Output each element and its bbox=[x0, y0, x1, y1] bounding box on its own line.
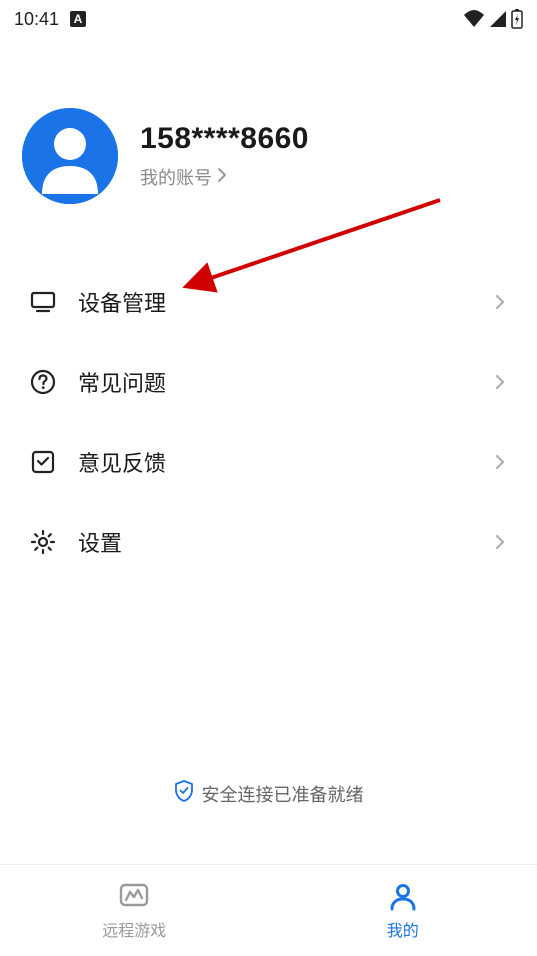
profile-account-link[interactable]: 我的账号 bbox=[140, 164, 309, 190]
help-circle-icon bbox=[30, 369, 56, 395]
status-time: 10:41 bbox=[14, 9, 59, 30]
profile-phone: 158****8660 bbox=[140, 122, 309, 156]
wifi-icon bbox=[463, 10, 485, 28]
menu-item-faq[interactable]: 常见问题 bbox=[0, 342, 537, 422]
avatar bbox=[22, 108, 118, 204]
menu-item-feedback[interactable]: 意见反馈 bbox=[0, 422, 537, 502]
status-bar: 10:41 A bbox=[0, 0, 537, 38]
svg-text:A: A bbox=[74, 12, 83, 26]
bottom-nav: 远程游戏 我的 bbox=[0, 864, 537, 956]
remote-game-icon bbox=[116, 881, 152, 913]
menu-item-device-management[interactable]: 设备管理 bbox=[0, 262, 537, 342]
profile-header[interactable]: 158****8660 我的账号 bbox=[0, 38, 537, 234]
chevron-right-icon bbox=[493, 452, 507, 472]
gear-icon bbox=[30, 529, 56, 555]
menu-item-label: 常见问题 bbox=[78, 366, 493, 398]
shield-check-icon bbox=[174, 780, 194, 807]
chevron-right-icon bbox=[493, 292, 507, 312]
keyboard-a-icon: A bbox=[69, 10, 87, 28]
menu-list: 设备管理 常见问题 意见反馈 设置 bbox=[0, 262, 537, 582]
chevron-right-icon bbox=[493, 532, 507, 552]
profile-account-label: 我的账号 bbox=[140, 164, 212, 190]
menu-item-label: 设置 bbox=[78, 526, 493, 558]
monitor-icon bbox=[30, 289, 56, 315]
feedback-icon bbox=[30, 449, 56, 475]
nav-item-remote-game[interactable]: 远程游戏 bbox=[0, 865, 269, 956]
menu-item-settings[interactable]: 设置 bbox=[0, 502, 537, 582]
chevron-right-icon bbox=[493, 372, 507, 392]
status-left: 10:41 A bbox=[14, 9, 87, 30]
signal-icon bbox=[489, 10, 507, 28]
secure-status-text: 安全连接已准备就绪 bbox=[202, 781, 364, 807]
menu-item-label: 意见反馈 bbox=[78, 446, 493, 478]
secure-status-line: 安全连接已准备就绪 bbox=[0, 780, 537, 807]
status-right bbox=[463, 9, 523, 29]
nav-item-label: 远程游戏 bbox=[102, 917, 166, 941]
nav-item-mine[interactable]: 我的 bbox=[269, 865, 537, 956]
battery-charging-icon bbox=[511, 9, 523, 29]
nav-item-label: 我的 bbox=[387, 917, 419, 941]
menu-item-label: 设备管理 bbox=[78, 286, 493, 318]
profile-icon bbox=[385, 881, 421, 913]
profile-info: 158****8660 我的账号 bbox=[140, 122, 309, 190]
chevron-right-icon bbox=[214, 167, 230, 188]
